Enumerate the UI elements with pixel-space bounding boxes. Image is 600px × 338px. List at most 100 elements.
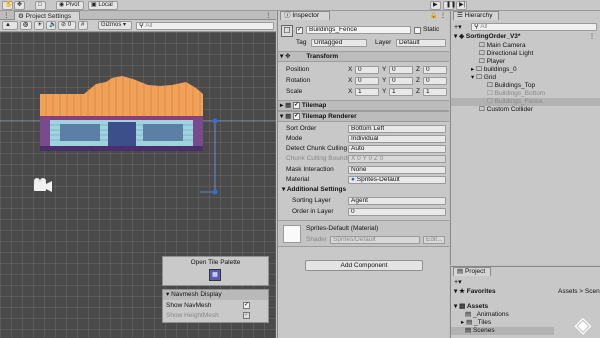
position-y-field[interactable]: 0	[389, 66, 413, 74]
play-button[interactable]: ▶	[430, 1, 441, 10]
navmesh-display-overlay: ▾ Navmesh Display Show NavMesh ✓ Show He…	[162, 289, 269, 323]
hierarchy-item-buildings-0[interactable]: ▸ ☐ buildings_0	[471, 66, 517, 74]
breadcrumb[interactable]: Assets > Scene	[558, 288, 600, 296]
hierarchy-item-buildings-top[interactable]: ☐ Buildings_Top	[487, 82, 535, 90]
material-field[interactable]: ● Sprites-Default	[348, 176, 446, 184]
scene-search-input[interactable]: ⚲ All	[136, 22, 274, 30]
pivot-toggle[interactable]: ◉ Pivot	[56, 1, 84, 10]
grid-toggle[interactable]: #	[78, 21, 88, 30]
pause-button[interactable]: ❚❚	[443, 1, 456, 10]
building-door	[108, 122, 136, 146]
open-tile-palette-button[interactable]: ▦	[209, 269, 221, 281]
hierarchy-item-directional-light[interactable]: ☐ Directional Light	[479, 50, 533, 58]
show-heightmesh-checkbox[interactable]: ✓	[243, 312, 250, 319]
tag-dropdown[interactable]: Untagged	[311, 39, 367, 47]
tab-project-settings[interactable]: ⚙ Project Settings	[14, 11, 80, 20]
position-label: Position	[286, 66, 310, 73]
add-component-button[interactable]: Add Component	[305, 260, 423, 271]
tab-hierarchy[interactable]: ☰ Hierarchy	[453, 11, 499, 20]
local-icon: ▣	[91, 2, 97, 8]
tilemap-title: Tilemap	[301, 102, 327, 109]
lighting-toggle[interactable]: ☀	[34, 21, 44, 30]
chunk-culling-bounds-field: X 0 Y 0 Z 0	[348, 155, 446, 163]
lock-icon[interactable]: 🔒	[430, 12, 437, 19]
unity-scene-icon[interactable]: ◈	[569, 313, 597, 337]
audio-toggle[interactable]: 🔈	[46, 21, 56, 30]
detect-chunk-culling-dropdown[interactable]: Auto	[348, 145, 446, 153]
hand-tool-button[interactable]: ✋	[2, 1, 13, 10]
scene-root-item[interactable]: ▾ ◈ SortingOrder_V3*	[454, 33, 520, 41]
gameobject-icon: ☐	[487, 82, 493, 89]
draw-mode-dropdown[interactable]: ▲	[2, 21, 18, 30]
hierarchy-item-player[interactable]: ☐ Player	[479, 58, 505, 66]
bounds-handle	[212, 118, 218, 124]
folder-item-tiles[interactable]: ▸ ▤ _Tiles	[461, 319, 491, 327]
scale-y-field[interactable]: 1	[389, 88, 413, 96]
tab-more-icon[interactable]: ⋮	[262, 11, 274, 20]
show-navmesh-checkbox[interactable]: ✓	[243, 302, 250, 309]
static-checkbox[interactable]	[414, 27, 421, 34]
mask-interaction-dropdown[interactable]: None	[348, 166, 446, 174]
hidden-layers-button[interactable]: ⊘ 0	[58, 21, 76, 30]
tilemap-renderer-header[interactable]: ▾ ▦ ✓ Tilemap Renderer	[278, 111, 449, 122]
tab-label: Project	[464, 268, 486, 275]
gizmos-dropdown[interactable]: Gizmos ▾	[98, 21, 132, 30]
sorting-layer-dropdown[interactable]: Agent	[348, 197, 446, 205]
position-x-field[interactable]: 0	[355, 66, 379, 74]
2d-toggle[interactable]: ◎	[20, 21, 32, 30]
hierarchy-item-custom-collider[interactable]: ☐ Custom Collider	[479, 106, 533, 114]
scale-x-field[interactable]: 1	[355, 88, 379, 96]
active-checkbox[interactable]: ✓	[296, 27, 303, 34]
hierarchy-item-grid[interactable]: ▾ ☐ Grid	[471, 74, 496, 82]
favorites-item[interactable]: ▾ ★ Favorites	[454, 288, 496, 296]
shader-edit-button[interactable]: Edit...	[423, 236, 445, 244]
navmesh-title-bar[interactable]: ▾ Navmesh Display	[163, 290, 268, 300]
rotation-x-field[interactable]: 0	[355, 77, 379, 85]
rotation-y-field[interactable]: 0	[389, 77, 413, 85]
folder-item-scenes[interactable]: ▤ Scenes	[465, 327, 495, 335]
scene-viewport[interactable]: Open Tile Palette ▦ ▾ Navmesh Display Sh…	[0, 32, 276, 338]
additional-settings-title: Additional Settings	[286, 186, 347, 193]
order-in-layer-field[interactable]: 0	[348, 208, 446, 216]
hierarchy-item-buildings-fence[interactable]: ☐ Buildings_Fence	[487, 98, 543, 106]
main-toolbar: ✋ ✥ □ ◉ Pivot ▣ Local ▶ ❚❚ ▶|	[0, 0, 600, 11]
add-dropdown-button[interactable]: +▾	[454, 23, 462, 31]
position-z-field[interactable]: 0	[423, 66, 447, 74]
tilemap-header[interactable]: ▸ ▦ ✓ Tilemap	[278, 100, 449, 111]
inspector-panel: ⓘ Inspector 🔒 ⋮ ☐ ✓ Buildings_Fence Stat…	[277, 11, 449, 338]
folder-item-animations[interactable]: ▤ _Animations	[465, 311, 509, 319]
sort-order-dropdown[interactable]: Bottom Left	[348, 125, 446, 133]
rect-tool-button[interactable]: □	[35, 1, 46, 10]
hierarchy-item-main-camera[interactable]: ☐ Main Camera	[479, 42, 526, 50]
tab-scene-menu[interactable]: ⋮	[0, 11, 10, 20]
tilemap-enabled-checkbox[interactable]: ✓	[293, 101, 301, 109]
scene-view-toolbar: ▲ ◎ ☀ 🔈 ⊘ 0 # Gizmos ▾ ⚲ All	[0, 20, 276, 32]
local-toggle[interactable]: ▣ Local	[88, 1, 118, 10]
detect-chunk-culling-label: Detect Chunk Culling	[286, 145, 348, 152]
hierarchy-item-buildings-bottom[interactable]: ☐ Buildings_Bottom	[487, 90, 545, 98]
rotation-z-field[interactable]: 0	[423, 77, 447, 85]
rotation-label: Rotation	[286, 77, 311, 84]
layer-dropdown[interactable]: Default	[396, 39, 446, 47]
additional-settings-header[interactable]: ▾ Additional Settings	[282, 185, 346, 194]
transform-icon: ✥	[285, 53, 291, 60]
object-name-field[interactable]: Buildings_Fence	[306, 26, 411, 34]
more-icon[interactable]: ⋮	[589, 33, 595, 40]
scale-label: Scale	[286, 88, 303, 95]
tab-inspector[interactable]: ⓘ Inspector	[280, 11, 330, 20]
expand-arrow-icon: ▾	[454, 303, 458, 310]
transform-header[interactable]: ▾ ✥ Transform	[278, 51, 449, 62]
tab-project[interactable]: ▤ Project	[453, 267, 491, 276]
hierarchy-search-input[interactable]: ⚲ All	[471, 23, 597, 31]
mode-dropdown[interactable]: Individual	[348, 135, 446, 143]
building-base	[40, 146, 203, 151]
add-dropdown-button[interactable]: +▾	[454, 278, 462, 286]
shader-dropdown[interactable]: Sprites/Default	[330, 236, 420, 244]
folder-icon: ▤	[459, 303, 466, 310]
more-icon[interactable]: ⋮	[440, 12, 446, 19]
renderer-enabled-checkbox[interactable]: ✓	[293, 112, 301, 120]
move-tool-button[interactable]: ✥	[14, 1, 25, 10]
scale-z-field[interactable]: 1	[423, 88, 447, 96]
step-button[interactable]: ▶|	[456, 1, 467, 10]
folder-item-assets[interactable]: ▾ ▤ Assets	[454, 303, 488, 311]
